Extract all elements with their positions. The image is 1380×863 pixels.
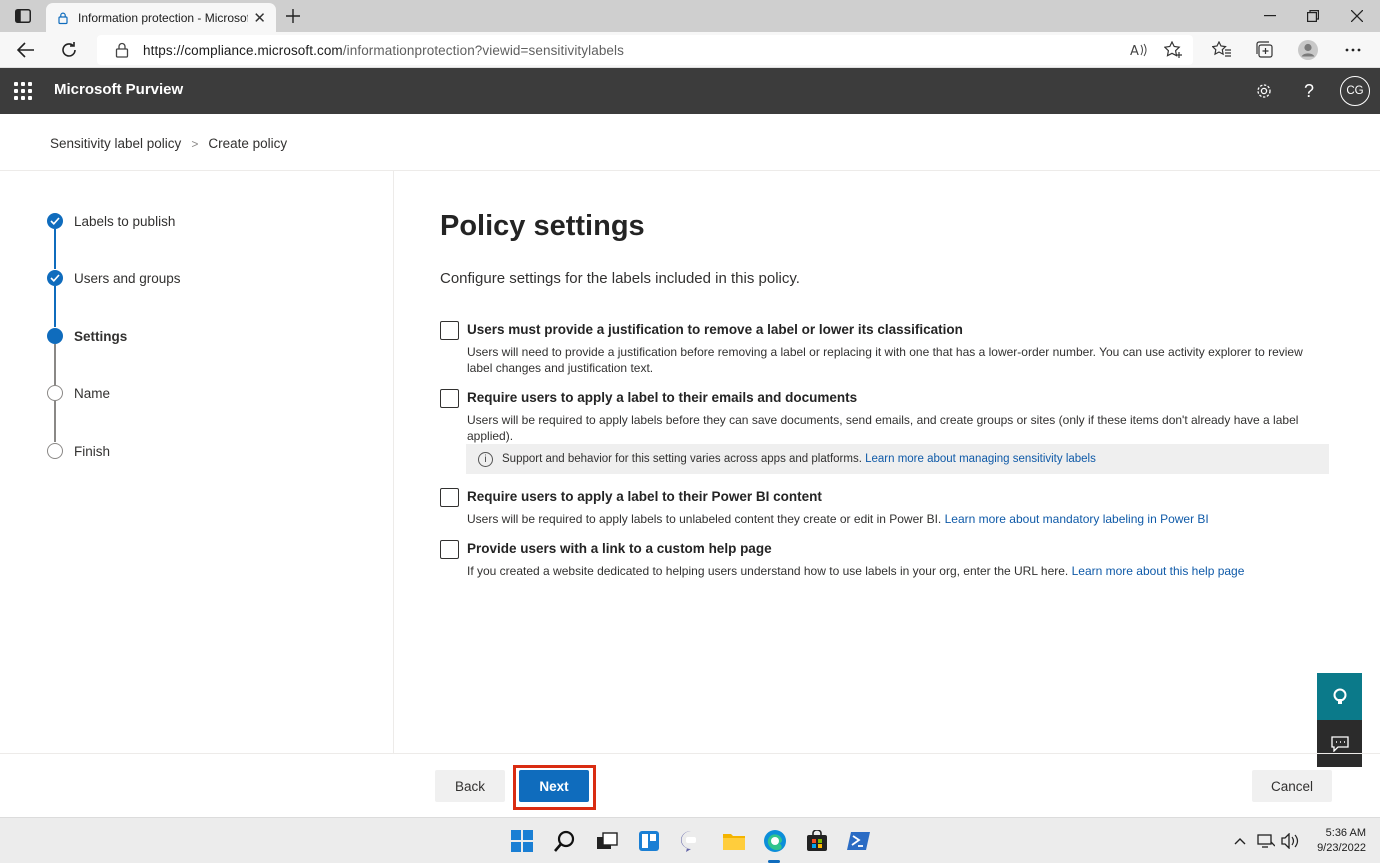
info-bar: i Support and behavior for this setting … — [466, 444, 1329, 474]
refresh-icon[interactable] — [57, 38, 81, 62]
widgets-icon[interactable] — [636, 828, 662, 854]
app-title[interactable]: Microsoft Purview — [54, 81, 183, 98]
option-title: Users must provide a justification to re… — [467, 322, 963, 337]
learn-more-power-bi-link[interactable]: Learn more about mandatory labeling in P… — [945, 512, 1209, 526]
search-icon[interactable] — [552, 828, 578, 854]
option-title: Provide users with a link to a custom he… — [467, 541, 772, 556]
learn-more-help-page-link[interactable]: Learn more about this help page — [1072, 564, 1245, 578]
address-bar[interactable]: https://compliance.microsoft.com/informa… — [97, 35, 1193, 65]
power-bi-checkbox[interactable] — [440, 488, 459, 507]
option-description: Users will need to provide a justificati… — [467, 345, 1303, 375]
close-window-icon[interactable] — [1334, 0, 1380, 32]
read-aloud-icon[interactable]: A — [1128, 40, 1150, 60]
breadcrumb-item-create: Create policy — [208, 136, 288, 151]
tab-actions-icon[interactable] — [12, 7, 34, 25]
checkmark-icon — [47, 270, 63, 286]
divider — [0, 170, 1380, 171]
system-clock[interactable]: 5:36 AM 9/23/2022 — [1317, 826, 1366, 856]
add-favorite-icon[interactable] — [1163, 40, 1185, 60]
option-description: Users will be required to apply labels t… — [467, 512, 1209, 526]
step-connector — [54, 229, 56, 269]
back-button[interactable]: Back — [435, 770, 505, 802]
step-finish[interactable]: Finish — [47, 443, 110, 459]
step-users-and-groups[interactable]: Users and groups — [47, 270, 181, 286]
pending-step-icon — [47, 443, 63, 459]
clock-time: 5:36 AM — [1325, 827, 1366, 839]
option-title: Require users to apply a label to their … — [467, 489, 822, 504]
back-arrow-icon[interactable] — [14, 38, 38, 62]
justification-checkbox[interactable] — [440, 321, 459, 340]
next-button[interactable]: Next — [519, 770, 589, 802]
option-description: Users will be required to apply labels b… — [467, 413, 1299, 443]
clock-date: 9/23/2022 — [1317, 842, 1366, 854]
close-tab-icon[interactable]: ✕ — [253, 9, 266, 27]
network-icon[interactable] — [1256, 831, 1276, 851]
help-icon[interactable]: ? — [1297, 79, 1321, 103]
settings-gear-icon[interactable] — [1252, 79, 1276, 103]
taskbar: 5:36 AM 9/23/2022 — [0, 817, 1380, 863]
mandatory-label-checkbox[interactable] — [440, 389, 459, 408]
lock-icon — [58, 12, 68, 24]
volume-icon[interactable] — [1280, 831, 1300, 851]
svg-text:A: A — [1130, 44, 1139, 57]
step-labels-to-publish[interactable]: Labels to publish — [47, 213, 175, 229]
profile-icon[interactable] — [1297, 40, 1319, 60]
step-connector — [54, 401, 56, 442]
step-settings[interactable]: Settings — [47, 328, 127, 344]
feedback-icon[interactable] — [1317, 720, 1362, 767]
favorites-icon[interactable] — [1211, 40, 1233, 60]
file-explorer-icon[interactable] — [721, 828, 747, 854]
url-text: https://compliance.microsoft.com/informa… — [143, 42, 624, 58]
task-view-icon[interactable] — [594, 828, 620, 854]
checkmark-icon — [47, 213, 63, 229]
option-description: If you created a website dedicated to he… — [467, 564, 1245, 578]
chevron-right-icon: > — [191, 136, 199, 151]
address-bar-row: https://compliance.microsoft.com/informa… — [0, 32, 1380, 68]
collections-icon[interactable] — [1254, 40, 1276, 60]
page-description: Configure settings for the labels includ… — [440, 270, 800, 287]
edge-browser-icon[interactable] — [762, 828, 788, 854]
help-chat-icon[interactable] — [1317, 673, 1362, 720]
powershell-icon[interactable] — [846, 828, 872, 854]
divider — [393, 171, 394, 753]
more-options-icon[interactable] — [1342, 40, 1364, 60]
option-title: Require users to apply a label to their … — [467, 390, 858, 405]
help-page-checkbox[interactable] — [440, 540, 459, 559]
store-icon[interactable] — [804, 828, 830, 854]
breadcrumb-item-policy[interactable]: Sensitivity label policy — [50, 136, 181, 151]
step-name[interactable]: Name — [47, 385, 110, 401]
step-connector — [54, 344, 56, 385]
divider — [0, 753, 1380, 754]
avatar[interactable]: CG — [1340, 76, 1370, 106]
breadcrumb: Sensitivity label policy > Create policy — [50, 136, 287, 151]
pending-step-icon — [47, 385, 63, 401]
step-connector — [54, 286, 56, 327]
browser-tab[interactable]: Information protection - Microsoft Purvi… — [46, 3, 276, 32]
page-title: Policy settings — [440, 210, 645, 242]
info-text: Support and behavior for this setting va… — [502, 453, 862, 465]
tab-title: Information protection - Microsoft Purvi… — [78, 10, 248, 25]
teams-chat-icon[interactable] — [678, 828, 704, 854]
chevron-up-icon[interactable] — [1230, 831, 1250, 851]
restore-icon[interactable] — [1290, 0, 1336, 32]
start-icon[interactable] — [509, 828, 535, 854]
learn-more-sensitivity-link[interactable]: Learn more about managing sensitivity la… — [865, 453, 1096, 465]
minimize-icon[interactable] — [1247, 0, 1293, 32]
cancel-button[interactable]: Cancel — [1252, 770, 1332, 802]
new-tab-icon[interactable] — [284, 5, 302, 27]
browser-tab-strip: Information protection - Microsoft Purvi… — [0, 0, 1380, 32]
info-icon: i — [478, 451, 493, 467]
current-step-icon — [47, 328, 63, 344]
app-header: Microsoft Purview ? CG — [0, 68, 1380, 114]
app-launcher-icon[interactable] — [14, 82, 32, 100]
lock-icon — [115, 42, 129, 58]
